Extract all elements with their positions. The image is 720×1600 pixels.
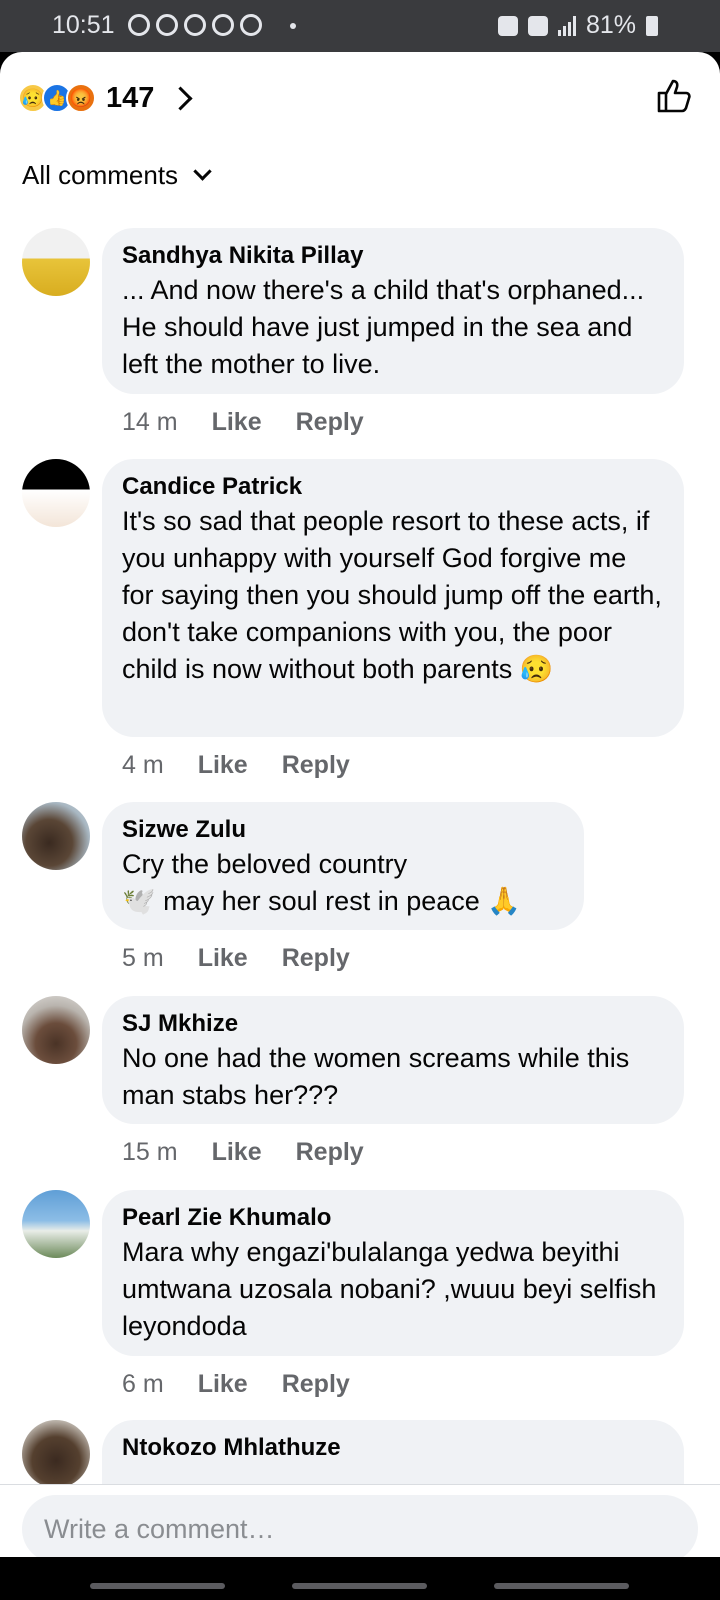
reply-button[interactable]: Reply bbox=[296, 408, 364, 437]
avatar[interactable] bbox=[22, 802, 90, 870]
like-button[interactable]: Like bbox=[212, 408, 262, 437]
thumbs-up-icon[interactable] bbox=[654, 76, 694, 116]
reply-button[interactable]: Reply bbox=[296, 1138, 364, 1167]
comment-bubble[interactable]: Candice Patrick It's so sad that people … bbox=[102, 459, 684, 737]
lock-icon bbox=[497, 15, 518, 36]
comment-author[interactable]: Ntokozo Mhlathuze bbox=[122, 1432, 664, 1464]
avatar[interactable] bbox=[22, 459, 90, 527]
avatar[interactable] bbox=[22, 228, 90, 296]
more-notifications-dot bbox=[290, 23, 296, 29]
signal-icon bbox=[557, 15, 576, 36]
chevron-right-icon bbox=[168, 85, 193, 111]
alarm-icon bbox=[527, 15, 548, 36]
sync-icon bbox=[212, 14, 234, 36]
battery-percent: 81% bbox=[585, 11, 636, 39]
like-button[interactable]: Like bbox=[198, 751, 248, 780]
status-time: 10:51 bbox=[52, 11, 115, 39]
avatar[interactable] bbox=[22, 1420, 90, 1488]
comment-bubble[interactable]: Pearl Zie Khumalo Mara why engazi'bulala… bbox=[102, 1190, 684, 1356]
comment-meta: 4 m Like Reply bbox=[122, 751, 350, 780]
notification-icons bbox=[128, 14, 262, 36]
comment-input[interactable] bbox=[22, 1495, 698, 1563]
reply-button[interactable]: Reply bbox=[282, 944, 350, 973]
comment-author[interactable]: Pearl Zie Khumalo bbox=[122, 1202, 664, 1234]
like-button[interactable]: Like bbox=[198, 944, 248, 973]
nav-back[interactable] bbox=[494, 1583, 629, 1589]
comment-time[interactable]: 6 m bbox=[122, 1370, 164, 1399]
comment-time[interactable]: 14 m bbox=[122, 408, 178, 437]
comment-text: Mara why engazi'bulalanga yedwa beyithi … bbox=[122, 1237, 657, 1341]
comment-meta: 6 m Like Reply bbox=[122, 1370, 350, 1399]
reaction-count: 147 bbox=[106, 81, 155, 114]
comment-author[interactable]: Sandhya Nikita Pillay bbox=[122, 240, 664, 272]
comment-meta: 15 m Like Reply bbox=[122, 1138, 364, 1167]
sync-icon bbox=[156, 14, 178, 36]
comments-sheet: 😥 👍 😡 147 All comments Sandhya Nikita Pi… bbox=[0, 52, 720, 1557]
sync-icon bbox=[128, 14, 150, 36]
avatar[interactable] bbox=[22, 996, 90, 1064]
reply-button[interactable]: Reply bbox=[282, 1370, 350, 1399]
system-nav-bar bbox=[0, 1557, 720, 1600]
comment-time[interactable]: 15 m bbox=[122, 1138, 178, 1167]
comment-bubble[interactable]: SJ Mkhize No one had the women screams w… bbox=[102, 996, 684, 1124]
comment-bubble[interactable]: Sizwe Zulu Cry the beloved country 🕊️ ma… bbox=[102, 802, 584, 930]
comment-composer bbox=[0, 1484, 720, 1563]
comment-meta: 5 m Like Reply bbox=[122, 944, 350, 973]
comment-author[interactable]: Candice Patrick bbox=[122, 471, 664, 503]
facebook-icon bbox=[240, 14, 262, 36]
reactions-summary[interactable]: 😥 👍 😡 147 bbox=[18, 76, 193, 120]
battery-icon bbox=[646, 15, 658, 36]
angry-reaction-icon: 😡 bbox=[66, 83, 96, 113]
comment-meta: 14 m Like Reply bbox=[122, 408, 364, 437]
comments-filter-dropdown[interactable]: All comments bbox=[22, 160, 212, 191]
comment-author[interactable]: SJ Mkhize bbox=[122, 1008, 664, 1040]
like-button[interactable]: Like bbox=[198, 1370, 248, 1399]
like-button[interactable]: Like bbox=[212, 1138, 262, 1167]
comment-text: ... And now there's a child that's orpha… bbox=[122, 275, 645, 379]
comment-bubble[interactable]: Sandhya Nikita Pillay ... And now there'… bbox=[102, 228, 684, 394]
comment-text: It's so sad that people resort to these … bbox=[122, 506, 662, 684]
sync-icon bbox=[184, 14, 206, 36]
comment-text: Cry the beloved country 🕊️ may her soul … bbox=[122, 849, 521, 916]
status-bar: 10:51 81% bbox=[0, 0, 720, 52]
chevron-down-icon bbox=[193, 162, 212, 181]
comment-text: No one had the women screams while this … bbox=[122, 1043, 630, 1110]
comment-time[interactable]: 5 m bbox=[122, 944, 164, 973]
nav-recent-apps[interactable] bbox=[90, 1583, 225, 1589]
filter-label: All comments bbox=[22, 160, 179, 190]
comment-author[interactable]: Sizwe Zulu bbox=[122, 814, 564, 846]
status-right: 81% bbox=[497, 11, 658, 40]
comment-time[interactable]: 4 m bbox=[122, 751, 164, 780]
reply-button[interactable]: Reply bbox=[282, 751, 350, 780]
nav-home[interactable] bbox=[292, 1583, 427, 1589]
avatar[interactable] bbox=[22, 1190, 90, 1258]
